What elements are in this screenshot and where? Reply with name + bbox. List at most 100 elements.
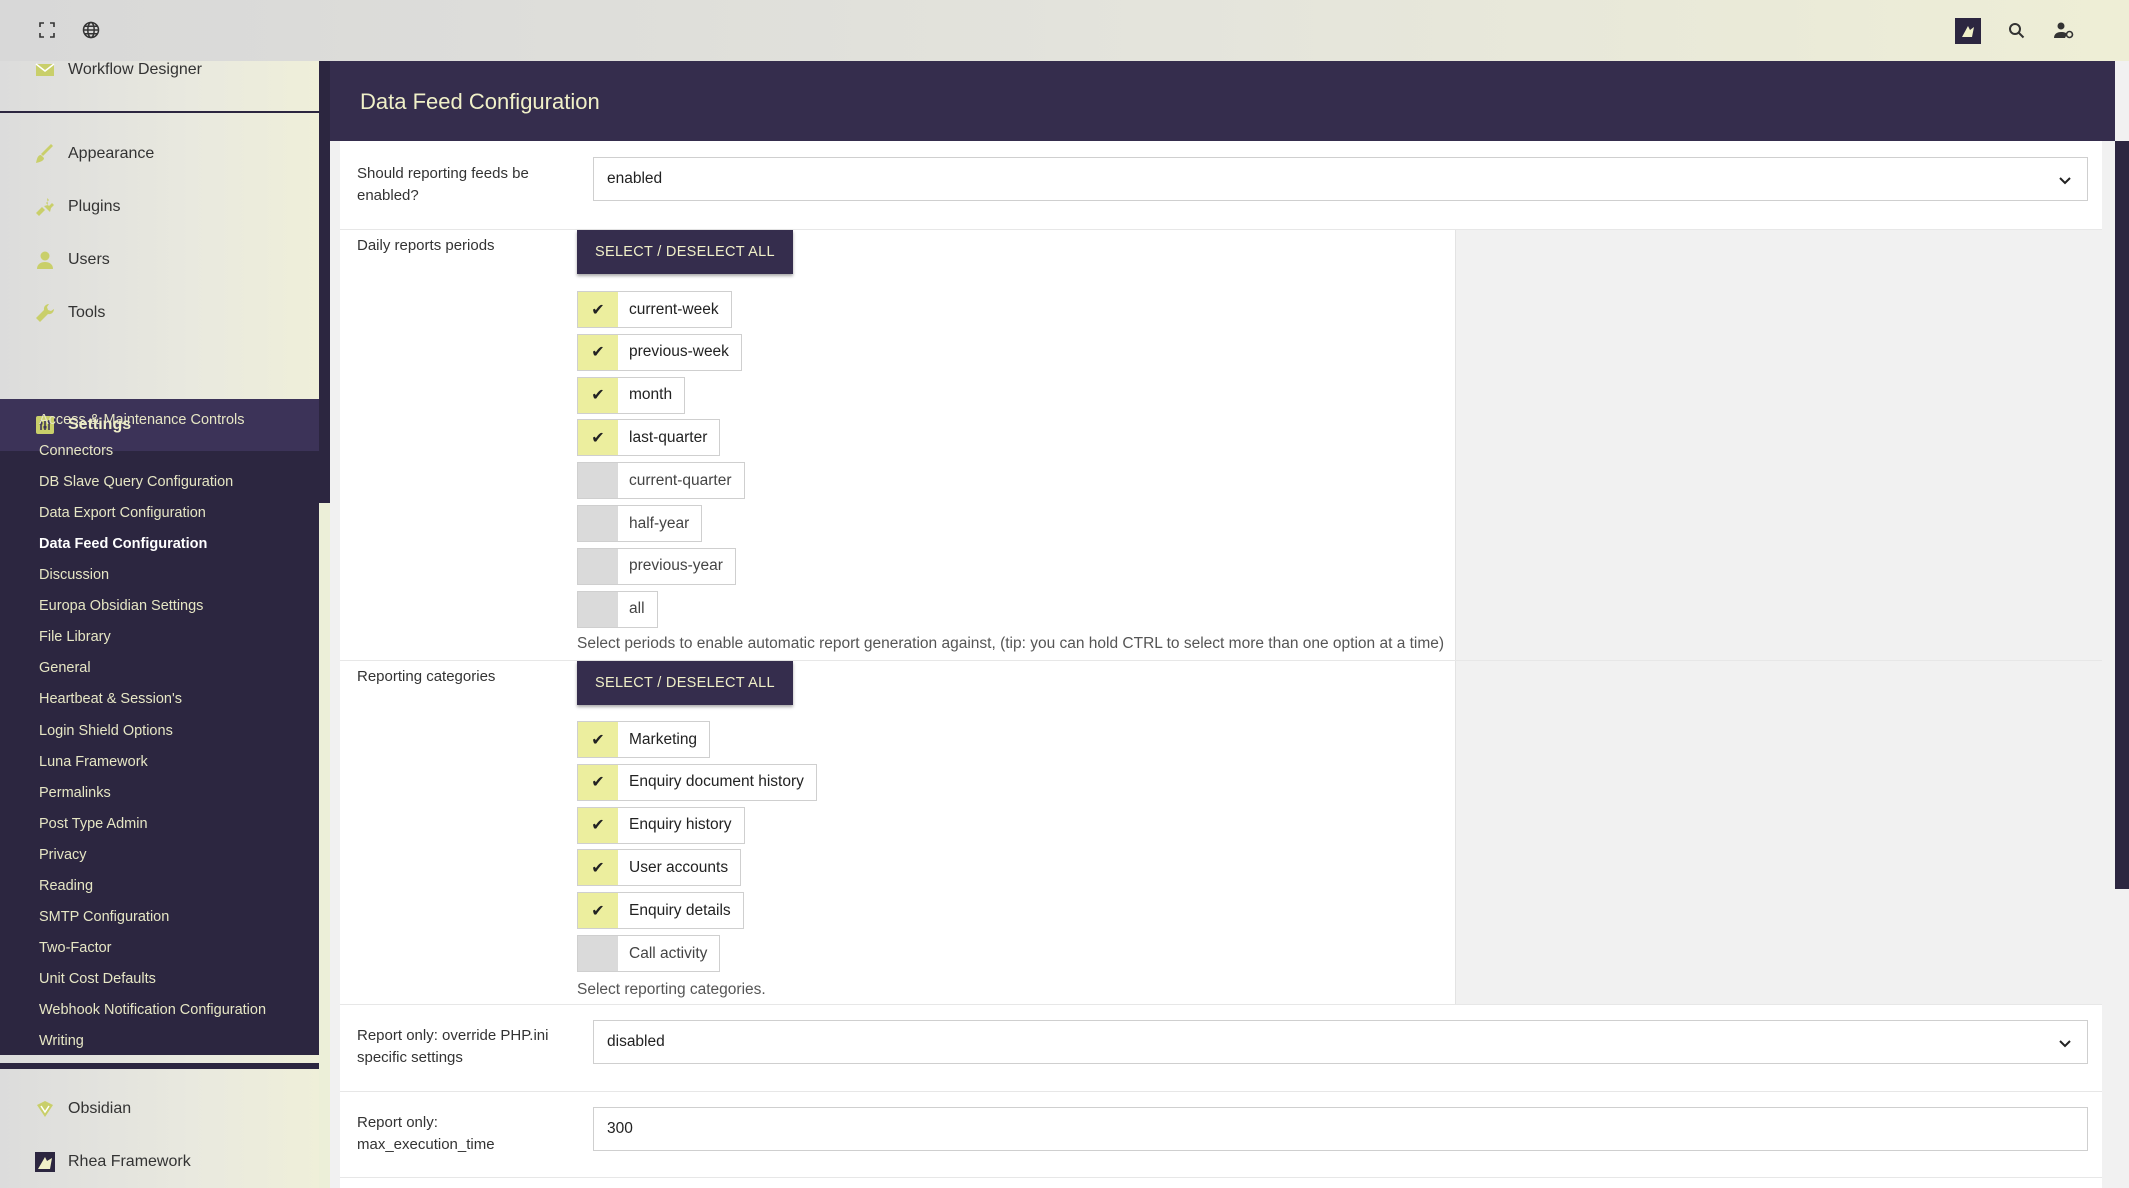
sidebar-subitem[interactable]: Access & Maintenance Controls	[39, 412, 245, 428]
sidebar-subitem[interactable]: Privacy	[39, 847, 87, 863]
checkbox-option[interactable]: all	[577, 590, 658, 628]
page-header: Data Feed Configuration	[330, 61, 2115, 141]
shield-icon	[34, 1098, 56, 1120]
sidebar-subitem[interactable]: Webhook Notification Configuration	[39, 1002, 266, 1018]
checkbox-label: Enquiry document history	[629, 773, 804, 791]
checkmark-icon: ✔	[578, 420, 618, 456]
user-icon	[34, 249, 56, 271]
checkbox-option[interactable]: previous-year	[577, 547, 736, 585]
sidebar-subitem[interactable]: SMTP Configuration	[39, 909, 169, 925]
sidebar-subitem[interactable]: Login Shield Options	[39, 723, 173, 739]
brand-logo-icon[interactable]	[1955, 18, 1981, 44]
checkbox-option[interactable]: ✔ Enquiry document history	[577, 763, 817, 801]
sidebar-top-group: Workflow Designer	[0, 61, 319, 111]
sidebar-subitem[interactable]: Permalinks	[39, 785, 111, 801]
categories-select-all-button[interactable]: SELECT / DESELECT ALL	[577, 661, 793, 705]
periods-label: Daily reports periods	[357, 237, 495, 254]
sidebar-subitem[interactable]: Post Type Admin	[39, 816, 148, 832]
periods-select-all-button[interactable]: SELECT / DESELECT ALL	[577, 230, 793, 274]
sidebar-item-rhea-framework[interactable]: Rhea Framework	[0, 1135, 319, 1188]
fullscreen-icon[interactable]	[35, 18, 59, 42]
categories-side-panel	[1455, 661, 2102, 1004]
sidebar-spacer	[0, 1055, 319, 1063]
checkbox-option[interactable]: ✔ last-quarter	[577, 419, 721, 457]
checkbox-label: Enquiry history	[629, 816, 732, 834]
top-bar	[0, 0, 2129, 61]
checkbox-label: current-quarter	[629, 471, 732, 489]
checkbox-label: last-quarter	[629, 428, 708, 446]
checkbox-label: month	[629, 386, 673, 404]
sidebar-item-label: Users	[68, 250, 110, 268]
checkbox-option[interactable]: ✔ previous-week	[577, 333, 742, 371]
sidebar-subitem[interactable]: Heartbeat & Session's	[39, 691, 182, 707]
sidebar-item-label: Workflow Designer	[68, 61, 202, 78]
sidebar-subitem[interactable]: Data Feed Configuration	[39, 536, 207, 552]
periods-side-panel	[1455, 230, 2102, 660]
sidebar-item-label: Rhea Framework	[68, 1152, 191, 1170]
checkbox-option[interactable]: ✔ month	[577, 376, 686, 414]
plug-icon	[34, 196, 56, 218]
sidebar: Workflow Designer Appearance Plugins Use…	[0, 61, 319, 1188]
checkmark-icon: ✔	[578, 722, 618, 757]
sidebar-subitem[interactable]: File Library	[39, 629, 111, 645]
sidebar-subitem[interactable]: Two-Factor	[39, 940, 112, 956]
checkbox-label: all	[629, 600, 645, 618]
page-scroll-thumb[interactable]	[2115, 141, 2129, 889]
row-divider	[340, 1091, 2102, 1092]
checkbox-option[interactable]: Call activity	[577, 935, 721, 972]
sidebar-item-obsidian[interactable]: Obsidian	[0, 1082, 319, 1135]
checkbox-label: Enquiry details	[629, 901, 731, 919]
feeds-enabled-select[interactable]: enabled	[593, 157, 2088, 201]
override-select[interactable]: disabled	[593, 1020, 2088, 1064]
sidebar-subitem[interactable]: Discussion	[39, 567, 109, 583]
sidebar-subitem[interactable]: Reading	[39, 878, 93, 894]
sidebar-scroll-thumb[interactable]	[319, 503, 330, 1188]
search-icon[interactable]	[2004, 18, 2028, 42]
chevron-down-icon	[2055, 170, 2075, 190]
sidebar-subitem[interactable]: Unit Cost Defaults	[39, 971, 156, 987]
sidebar-item-users[interactable]: Users	[0, 233, 319, 286]
rhea-logo-icon	[34, 1151, 56, 1173]
sidebar-subitem[interactable]: General	[39, 660, 91, 676]
wrench-icon	[34, 302, 56, 324]
checkbox-option[interactable]: ✔ Enquiry history	[577, 806, 745, 844]
checkmark-icon: ✔	[578, 893, 618, 929]
exec-time-input[interactable]	[593, 1107, 2088, 1151]
empty-checkbox-icon	[578, 506, 618, 541]
checkbox-option[interactable]: half-year	[577, 505, 703, 542]
sidebar-item-tools[interactable]: Tools	[0, 286, 319, 339]
sidebar-item-appearance[interactable]: Appearance	[0, 127, 319, 180]
empty-checkbox-icon	[578, 548, 618, 584]
sidebar-item-label: Obsidian	[68, 1099, 132, 1117]
feeds-enabled-label: Should reporting feeds be enabled?	[357, 165, 529, 204]
chevron-down-icon	[2055, 1033, 2075, 1053]
sidebar-subitem[interactable]: Connectors	[39, 443, 113, 459]
row-divider	[340, 1177, 2102, 1178]
empty-checkbox-icon	[578, 591, 618, 627]
sidebar-subitem[interactable]: Europa Obsidian Settings	[39, 598, 203, 614]
sidebar-bottom-group: Obsidian Rhea Framework	[0, 1069, 319, 1188]
sidebar-item-plugins[interactable]: Plugins	[0, 180, 319, 233]
categories-help-text: Select reporting categories.	[577, 981, 766, 998]
envelope-icon	[34, 61, 56, 81]
empty-checkbox-icon	[578, 463, 618, 499]
settings-form: Should reporting feeds be enabled? enabl…	[340, 141, 2102, 1188]
override-label: Report only: override PHP.ini specific s…	[357, 1027, 549, 1066]
checkbox-option[interactable]: current-quarter	[577, 462, 745, 500]
sidebar-subitem[interactable]: Writing	[39, 1033, 84, 1049]
sidebar-item-workflow-designer[interactable]: Workflow Designer	[0, 61, 319, 96]
sidebar-subitem[interactable]: DB Slave Query Configuration	[39, 474, 233, 490]
sidebar-subitem[interactable]: Luna Framework	[39, 754, 148, 770]
user-settings-icon[interactable]	[2052, 18, 2076, 42]
checkbox-option[interactable]: ✔ User accounts	[577, 849, 742, 887]
sidebar-item-label: Plugins	[68, 197, 121, 215]
periods-help-text: Select periods to enable automatic repor…	[577, 635, 1445, 652]
row-divider	[340, 1004, 2102, 1005]
checkbox-option[interactable]: ✔ current-week	[577, 291, 732, 328]
checkbox-label: half-year	[629, 514, 690, 532]
sidebar-subitem[interactable]: Data Export Configuration	[39, 505, 206, 521]
checkbox-option[interactable]: ✔ Enquiry details	[577, 892, 744, 930]
globe-icon[interactable]	[79, 18, 103, 42]
checkbox-option[interactable]: ✔ Marketing	[577, 721, 711, 758]
checkbox-label: Marketing	[629, 730, 698, 748]
